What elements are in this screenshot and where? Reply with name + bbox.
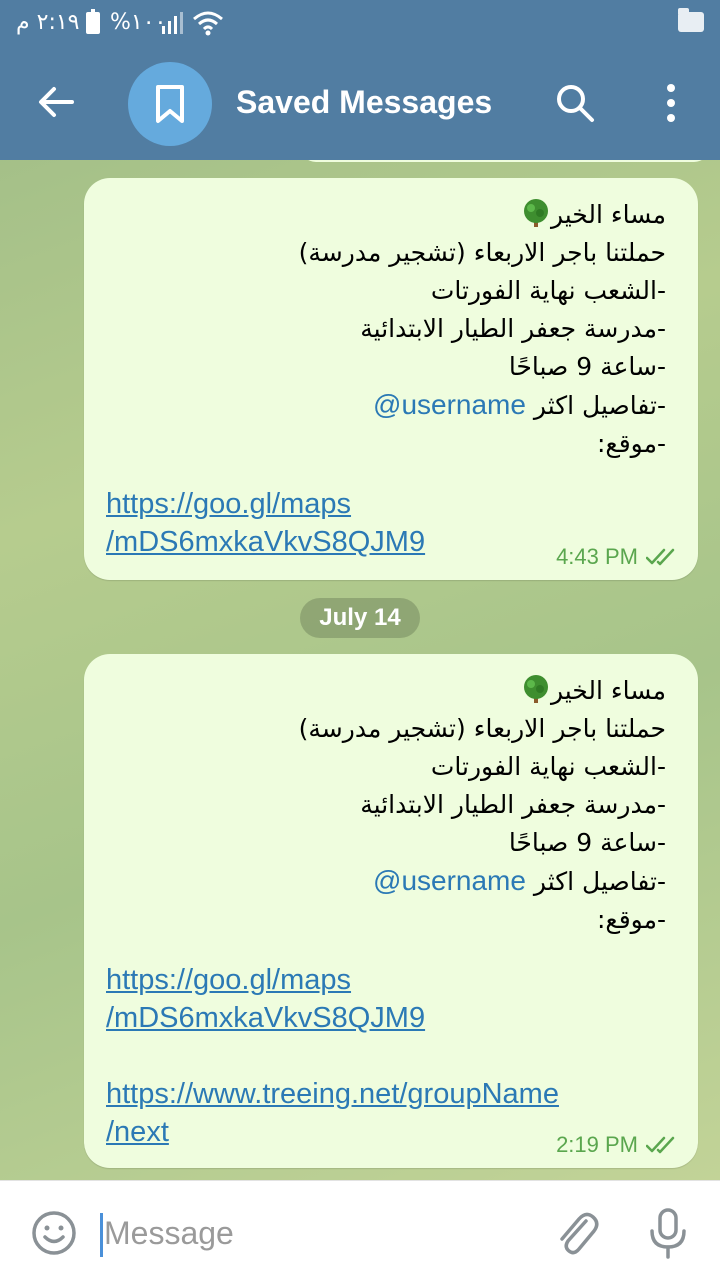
double-check-icon <box>646 1136 675 1154</box>
message-line: -الشعب نهاية الفورتات <box>430 752 666 781</box>
message-line: -مدرسة جعفر الطيار الابتدائية <box>360 314 666 343</box>
message-line: -موقع: <box>596 905 666 934</box>
message-line: -الشعب نهاية الفورتات <box>430 276 666 305</box>
message-time: 2:19 PM <box>556 1132 638 1157</box>
message-meta: 4:43 PM <box>556 544 680 570</box>
search-icon[interactable] <box>552 80 598 126</box>
message-line: -ساعة 9 صباحًا <box>508 828 666 857</box>
tree-emoji-icon <box>523 675 548 703</box>
wifi-icon <box>193 11 223 36</box>
message-line: مساء الخير <box>106 196 666 234</box>
chat-title[interactable]: Saved Messages <box>236 84 492 121</box>
chat-area[interactable]: مساء الخير حملتنا باجر الاربعاء (تشجير م… <box>0 160 720 1180</box>
paperclip-icon[interactable] <box>552 1207 600 1259</box>
more-vertical-icon[interactable] <box>656 80 686 126</box>
message-line: حملتنا باجر الاربعاء (تشجير مدرسة) <box>298 714 666 743</box>
maps-link[interactable]: https://goo.gl/maps <box>106 485 674 523</box>
message-line: -موقع: <box>596 429 666 458</box>
message-composer <box>0 1180 720 1281</box>
chat-header: Saved Messages <box>0 48 720 160</box>
battery-percent: %١٠٠ <box>110 10 167 35</box>
avatar[interactable] <box>128 62 212 146</box>
previous-message-bubble <box>300 160 710 162</box>
message-line: حملتنا باجر الاربعاء (تشجير مدرسة) <box>298 238 666 267</box>
username-mention[interactable]: @username <box>373 865 526 896</box>
message-meta: 2:19 PM <box>556 1132 680 1158</box>
folder-icon <box>678 8 704 32</box>
bookmark-icon <box>156 85 184 123</box>
maps-link[interactable]: /mDS6mxkaVkvS8QJM9 <box>106 999 674 1037</box>
message-line: مساء الخير <box>106 672 666 710</box>
message-line: -ساعة 9 صباحًا <box>508 352 666 381</box>
microphone-icon[interactable] <box>646 1207 690 1261</box>
message-bubble[interactable]: مساء الخير حملتنا باجر الاربعاء (تشجير م… <box>84 654 698 1168</box>
status-bar: ٢:١٩ م %١٠٠ <box>0 0 720 48</box>
status-time: ٢:١٩ م <box>16 10 80 35</box>
emoji-icon[interactable] <box>30 1209 78 1257</box>
message-bubble[interactable]: مساء الخير حملتنا باجر الاربعاء (تشجير م… <box>84 178 698 580</box>
message-line: -مدرسة جعفر الطيار الابتدائية <box>360 790 666 819</box>
maps-link[interactable]: https://goo.gl/maps <box>106 961 674 999</box>
message-input[interactable] <box>104 1211 524 1255</box>
message-line: -تفاصيل اكثر @username <box>373 389 666 420</box>
message-time: 4:43 PM <box>556 544 638 569</box>
message-line: -تفاصيل اكثر @username <box>373 865 666 896</box>
battery-icon <box>86 9 100 34</box>
signal-icon <box>162 12 188 34</box>
text-caret <box>100 1213 103 1257</box>
tree-emoji-icon <box>523 199 548 227</box>
treeing-link[interactable]: https://www.treeing.net/groupName <box>106 1075 674 1113</box>
username-mention[interactable]: @username <box>373 389 526 420</box>
back-arrow-icon[interactable] <box>32 78 80 126</box>
date-separator: July 14 <box>300 598 420 638</box>
double-check-icon <box>646 548 675 566</box>
